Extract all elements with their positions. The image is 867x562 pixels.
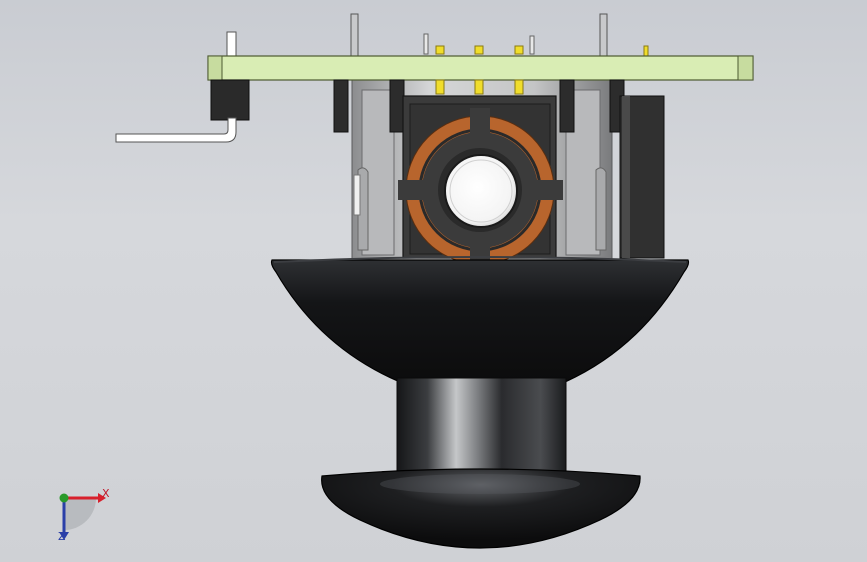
cad-viewport[interactable]: X Z: [0, 0, 867, 562]
y-axis-dot: [59, 493, 69, 503]
sensor-housing: [398, 95, 563, 273]
pcb-board: [207, 55, 754, 81]
thumb-cap: [321, 468, 641, 549]
x-axis-label: X: [102, 487, 110, 500]
side-connector: [115, 79, 250, 143]
joystick-stem: [396, 377, 567, 479]
axis-triad[interactable]: [44, 480, 124, 550]
header-pins: [226, 13, 649, 57]
switch-body: [619, 95, 665, 259]
rubber-dome: [270, 256, 690, 383]
joystick-model[interactable]: [0, 0, 867, 562]
triad-quadrant: [64, 498, 96, 530]
z-axis-label: Z: [58, 530, 66, 543]
